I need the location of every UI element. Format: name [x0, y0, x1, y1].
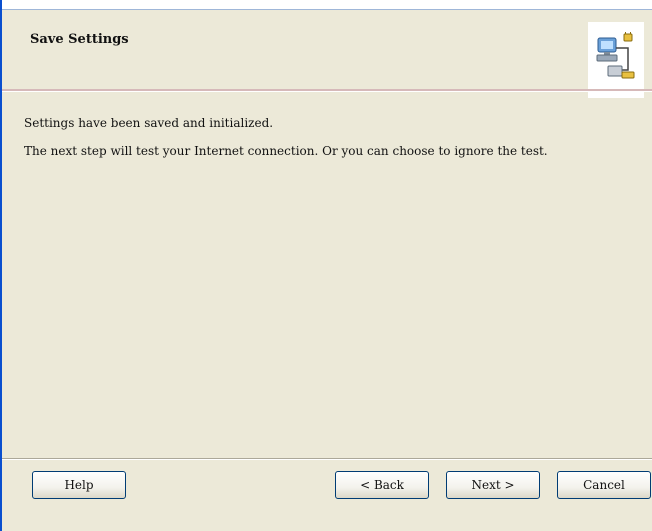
next-button[interactable]: Next > [446, 471, 540, 499]
cancel-button[interactable]: Cancel [557, 471, 651, 499]
top-strip [2, 0, 652, 10]
page-title: Save Settings [30, 32, 129, 47]
status-message: Settings have been saved and initialized… [24, 116, 274, 130]
wizard-header: Save Settings [2, 10, 652, 98]
wizard-window: Save Settings Settings have been saved a… [0, 0, 652, 531]
footer-divider [2, 458, 652, 460]
network-computer-icon [596, 32, 635, 79]
help-button[interactable]: Help [32, 471, 126, 499]
wizard-content: Settings have been saved and initialized… [2, 92, 652, 457]
header-icon-panel [588, 22, 644, 98]
next-step-message: The next step will test your Internet co… [24, 144, 548, 158]
back-button[interactable]: < Back [335, 471, 429, 499]
